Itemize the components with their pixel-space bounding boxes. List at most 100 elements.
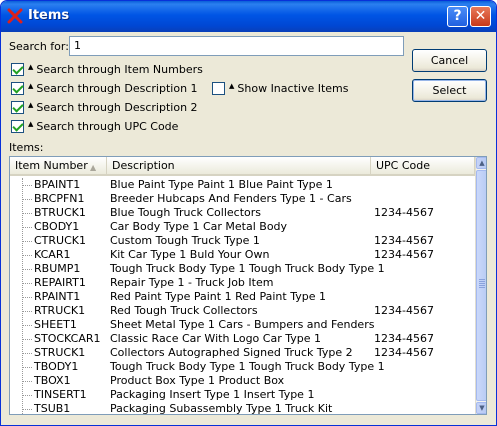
help-button[interactable]: ?	[447, 6, 468, 27]
items-dialog: Items ? ✕ Search for: 1 ▲ Search through…	[0, 0, 497, 426]
option-description-2-label: Search through Description 2	[36, 101, 198, 114]
cell-item-number: REPAIRT1	[34, 276, 86, 289]
window-title: Items	[28, 8, 70, 23]
tree-branch	[22, 395, 32, 396]
cell-description: Repair Type 1 - Truck Job Item	[110, 276, 274, 289]
option-show-inactive[interactable]: ▲ Show Inactive Items	[212, 82, 349, 95]
cell-item-number: TBODY1	[34, 360, 79, 373]
cell-description: Blue Paint Type Paint 1 Blue Paint Type …	[110, 178, 333, 191]
scroll-down-icon[interactable]: ▼	[476, 402, 486, 414]
option-description-2[interactable]: ▲ Search through Description 2	[11, 101, 198, 114]
table-row[interactable]: CBODY1 Car Body Type 1 Car Metal Body	[10, 220, 475, 234]
items-list[interactable]: Item Number ▲ Description UPC Code BPAIN…	[9, 156, 487, 415]
scroll-up-icon[interactable]: ▲	[476, 157, 486, 169]
app-x-icon	[7, 8, 23, 24]
table-row[interactable]: CTRUCK1 Custom Tough Truck Type 1 1234-456…	[10, 234, 475, 248]
checkbox-description-2[interactable]	[11, 101, 24, 114]
table-row[interactable]: RTRUCK1 Red Tough Truck Collectors 1234-45…	[10, 304, 475, 318]
grip-icon	[479, 279, 485, 289]
cell-item-number: TSUB1	[34, 402, 71, 415]
tree-branch	[22, 199, 32, 200]
cell-upc-code: 1234-4567	[374, 346, 434, 359]
column-header-item-number[interactable]: Item Number ▲	[10, 157, 107, 176]
cell-description: Red Tough Truck Collectors	[110, 304, 258, 317]
cell-item-number: STOCKCAR1	[34, 332, 101, 345]
tree-branch	[22, 255, 32, 256]
cell-item-number: RBUMP1	[34, 262, 81, 275]
search-label: Search for:	[9, 40, 69, 53]
caret-icon: ▲	[28, 100, 34, 109]
items-list-label: Items:	[9, 141, 44, 154]
cell-description: Kit Car Type 1 Buld Your Own	[110, 248, 270, 261]
cell-description: Tough Truck Body Type 1 Tough Truck Body…	[110, 262, 385, 275]
caret-icon: ▲	[229, 81, 235, 90]
checkbox-show-inactive[interactable]	[212, 82, 225, 95]
table-row[interactable]: TSUB1 Packaging Subassembly Type 1 Truck …	[10, 402, 475, 415]
caret-icon: ▲	[28, 119, 34, 128]
tree-branch	[22, 185, 32, 186]
cancel-button[interactable]: Cancel	[412, 49, 487, 72]
table-row[interactable]: STRUCK1 Collectors Autographed Signed Tru…	[10, 346, 475, 360]
cell-upc-code: 1234-4567	[374, 332, 434, 345]
cell-description: Custom Tough Truck Type 1	[110, 234, 260, 247]
sort-ascending-icon: ▲	[90, 163, 97, 172]
title-bar[interactable]: Items ? ✕	[1, 1, 496, 32]
column-header-label: Item Number	[15, 159, 88, 172]
cell-item-number: RPAINT1	[34, 290, 81, 303]
option-description-1[interactable]: ▲ Search through Description 1	[11, 82, 198, 95]
column-header-label: Description	[112, 159, 175, 172]
scroll-thumb[interactable]	[476, 170, 486, 401]
option-item-numbers-label: Search through Item Numbers	[36, 63, 203, 76]
tree-branch	[22, 269, 32, 270]
cell-description: Collectors Autographed Signed Truck Type…	[110, 346, 353, 359]
cell-description: Red Paint Type Paint 1 Red Paint Type 1	[110, 290, 326, 303]
tree-branch	[22, 241, 32, 242]
search-input[interactable]: 1	[69, 36, 404, 56]
cell-description: Product Box Type 1 Product Box	[110, 374, 285, 387]
cell-description: Classic Race Car With Logo Car Type 1	[110, 332, 321, 345]
cell-item-number: CBODY1	[34, 220, 80, 233]
column-header-description[interactable]: Description	[107, 157, 371, 176]
checkbox-description-1[interactable]	[11, 82, 24, 95]
tree-branch	[22, 311, 32, 312]
table-row[interactable]: SHEET1 Sheet Metal Type 1 Cars - Bumpers …	[10, 318, 475, 332]
option-description-1-label: Search through Description 1	[36, 82, 198, 95]
cell-item-number: STRUCK1	[34, 346, 86, 359]
option-upc-code[interactable]: ▲ Search through UPC Code	[11, 120, 178, 133]
tree-branch	[22, 283, 32, 284]
cell-description: Tough Truck Body Type 1 Tough Truck Body…	[110, 360, 385, 373]
checkbox-item-numbers[interactable]	[11, 63, 24, 76]
table-row[interactable]: RPAINT1 Red Paint Type Paint 1 Red Paint …	[10, 290, 475, 304]
table-row[interactable]: TBODY1 Tough Truck Body Type 1 Tough Truc…	[10, 360, 475, 374]
cell-item-number: BPAINT1	[34, 178, 81, 191]
checkbox-upc-code[interactable]	[11, 120, 24, 133]
close-button[interactable]: ✕	[470, 6, 491, 27]
cell-description: Car Body Type 1 Car Metal Body	[110, 220, 288, 233]
vertical-scrollbar[interactable]: ▲ ▼	[475, 157, 486, 414]
caret-icon: ▲	[28, 81, 34, 90]
table-row[interactable]: BPAINT1 Blue Paint Type Paint 1 Blue Pain…	[10, 178, 475, 192]
cell-description: Packaging Insert Type 1 Insert Type 1	[110, 388, 315, 401]
column-header-label: UPC Code	[376, 159, 431, 172]
table-row[interactable]: TBOX1 Product Box Type 1 Product Box	[10, 374, 475, 388]
table-row[interactable]: BRCPFN1 Breeder Hubcaps And Fenders Type …	[10, 192, 475, 206]
table-row[interactable]: KCAR1 Kit Car Type 1 Buld Your Own 1234-45…	[10, 248, 475, 262]
table-row[interactable]: TINSERT1 Packaging Insert Type 1 Insert T…	[10, 388, 475, 402]
table-row[interactable]: RBUMP1 Tough Truck Body Type 1 Tough Truc…	[10, 262, 475, 276]
column-header-upc-code[interactable]: UPC Code	[371, 157, 475, 176]
option-item-numbers[interactable]: ▲ Search through Item Numbers	[11, 63, 203, 76]
option-show-inactive-label: Show Inactive Items	[237, 82, 349, 95]
table-row[interactable]: STOCKCAR1 Classic Race Car With Logo Car …	[10, 332, 475, 346]
cell-item-number: CTRUCK1	[34, 234, 86, 247]
table-row[interactable]: BTRUCK1 Blue Tough Truck Collectors 1234-4…	[10, 206, 475, 220]
cell-upc-code: 1234-4567	[374, 248, 434, 261]
cell-upc-code: 1234-4567	[374, 206, 434, 219]
cell-upc-code: 1234-4567	[374, 234, 434, 247]
select-button[interactable]: Select	[412, 79, 487, 102]
tree-branch	[22, 381, 32, 382]
cell-item-number: TINSERT1	[34, 388, 87, 401]
tree-branch	[22, 339, 32, 340]
tree-branch	[22, 227, 32, 228]
list-header: Item Number ▲ Description UPC Code	[10, 157, 475, 176]
table-row[interactable]: REPAIRT1 Repair Type 1 - Truck Job Item	[10, 276, 475, 290]
